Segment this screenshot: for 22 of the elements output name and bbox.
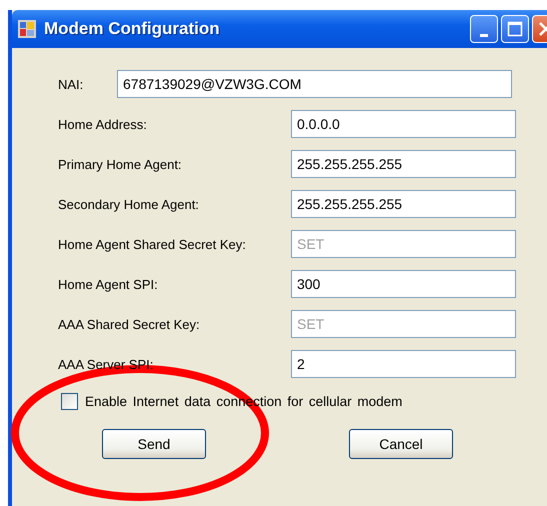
send-button[interactable]: Send	[102, 429, 206, 459]
input-field[interactable]: 0.0.0.0	[291, 110, 516, 138]
maximize-button[interactable]	[501, 15, 529, 43]
field-label: Home Agent SPI:	[58, 276, 158, 292]
checkbox[interactable]	[61, 392, 78, 410]
field-label: Secondary Home Agent:	[58, 196, 199, 212]
input-field[interactable]: 255.255.255.255	[290, 190, 516, 218]
field-label: Primary Home Agent:	[58, 156, 182, 172]
field-label: NAI:	[58, 76, 84, 92]
cancel-button[interactable]: Cancel	[349, 429, 453, 459]
app-icon	[18, 20, 36, 38]
input-field[interactable]: 300	[290, 270, 516, 298]
field-label: Home Agent Shared Secret Key:	[58, 236, 246, 252]
field-label: Home Address:	[58, 116, 147, 132]
input-field[interactable]: 255.255.255.255	[290, 150, 516, 178]
field-label: AAA Shared Secret Key:	[58, 316, 200, 332]
maximize-icon	[507, 21, 523, 37]
input-field[interactable]: 6787139029@VZW3G.COM	[117, 70, 512, 98]
window-title: Modem Configuration	[44, 19, 220, 39]
minimize-button[interactable]	[470, 15, 498, 43]
minimize-icon	[480, 34, 488, 36]
input-field[interactable]: 2	[291, 350, 516, 378]
